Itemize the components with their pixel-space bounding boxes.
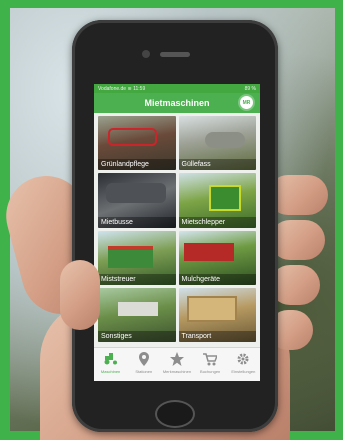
thumb [60, 260, 100, 330]
tab-bar: Maschinen Stationen Merkmaschinen Buchun… [94, 347, 260, 381]
tab-einstellungen[interactable]: Einstellungen [227, 352, 259, 374]
tile-miststreuer[interactable]: Miststreuer [98, 230, 176, 285]
tab-label: Buchungen [200, 369, 221, 374]
mulcher [183, 242, 234, 261]
tile-label: Miststreuer [98, 273, 176, 285]
gear-icon [236, 352, 250, 366]
tile-transport[interactable]: Transport [178, 287, 256, 342]
star-icon [169, 352, 184, 366]
tile-label: Güllefass [178, 159, 256, 171]
spreader [108, 245, 153, 268]
page-title: Mietmaschinen [144, 98, 210, 108]
tile-guellefass[interactable]: Güllefass [178, 116, 256, 171]
tab-label: Stationen [135, 369, 153, 374]
harrow-machine [108, 128, 157, 146]
roller [118, 301, 158, 316]
app-header: Mietmaschinen MR [94, 93, 260, 113]
carrier-time: Vodafone.de ≋ 11:59 [98, 86, 145, 92]
tab-buchungen[interactable]: Buchungen [194, 352, 226, 374]
tile-label: Sonstiges [98, 331, 176, 342]
category-grid: Grünlandpflege Güllefass Mietbusse Miets… [94, 113, 260, 345]
tractor [208, 185, 241, 212]
finger [270, 220, 325, 260]
tab-merkmaschinen[interactable]: Merkmaschinen [161, 352, 193, 374]
logo-text: MR [242, 99, 251, 106]
tile-label: Mulchgeräte [178, 273, 256, 285]
status-bar: Vodafone.de ≋ 11:59 89 % [94, 84, 260, 93]
location-pin-icon [137, 352, 151, 366]
battery-label: 89 % [244, 85, 256, 92]
tile-label: Transport [178, 331, 256, 342]
tank-trailer [204, 132, 245, 148]
van-interior [106, 183, 166, 204]
tab-label: Merkmaschinen [162, 369, 192, 374]
tile-gruenlandpflege[interactable]: Grünlandpflege [98, 116, 176, 171]
tile-label: Mietschlepper [178, 216, 256, 228]
speaker-grille [160, 52, 190, 57]
hay-bales [186, 295, 237, 322]
carrier-label: Vodafone.de [98, 85, 127, 92]
cart-icon [203, 352, 218, 366]
tile-label: Mietbusse [98, 216, 176, 228]
tile-mulchgeraete[interactable]: Mulchgeräte [178, 230, 256, 285]
front-camera-icon [142, 50, 150, 58]
brand-logo[interactable]: MR [238, 94, 255, 111]
home-button[interactable] [155, 400, 195, 428]
tile-label: Grünlandpflege [98, 159, 176, 171]
tile-sonstiges[interactable]: Sonstiges [98, 287, 176, 342]
clock: 11:59 [133, 85, 146, 92]
tab-maschinen[interactable]: Maschinen [95, 352, 127, 374]
phone-screen: Vodafone.de ≋ 11:59 89 % Mietmaschinen M… [94, 84, 260, 381]
tractor-icon [104, 352, 118, 366]
tile-mietschlepper[interactable]: Mietschlepper [178, 173, 256, 228]
tile-mietbusse[interactable]: Mietbusse [98, 173, 176, 228]
tab-label: Einstellungen [231, 369, 256, 374]
tab-stationen[interactable]: Stationen [128, 352, 160, 374]
tab-label: Maschinen [100, 369, 121, 374]
